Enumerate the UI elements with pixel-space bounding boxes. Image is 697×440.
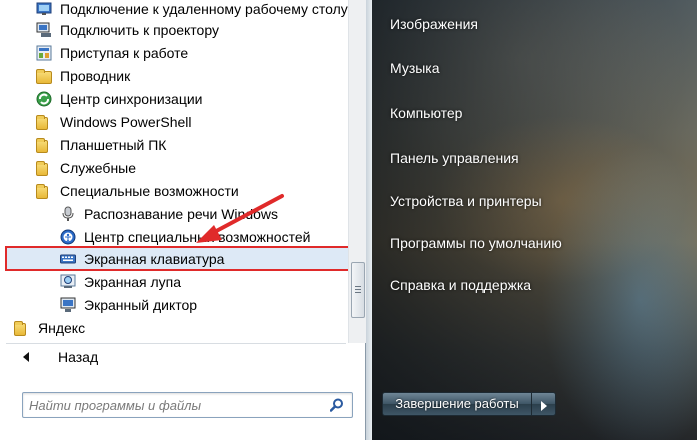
shutdown-options-button[interactable]	[532, 392, 556, 416]
folder-icon	[14, 321, 26, 336]
microphone-icon	[60, 206, 76, 222]
getting-started-icon	[36, 45, 52, 61]
projector-icon	[36, 22, 52, 38]
program-magnifier[interactable]: Экранная лупа	[0, 271, 346, 294]
right-menu-computer[interactable]: Компьютер	[388, 101, 468, 125]
folder-icon	[36, 115, 48, 130]
folder-icon	[36, 161, 48, 176]
back-arrow-icon	[22, 344, 30, 378]
search-box[interactable]	[22, 392, 353, 418]
search-icon[interactable]	[329, 398, 344, 417]
folder-accessories[interactable]: Служебные	[0, 157, 346, 180]
programs-scrollbar[interactable]	[348, 0, 366, 343]
program-explorer[interactable]: Проводник	[0, 65, 346, 88]
right-menu-default-programs[interactable]: Программы по умолчанию	[388, 231, 568, 255]
keyboard-icon	[60, 251, 76, 267]
start-menu-right-pane: Изображения Музыка Компьютер Панель упра…	[372, 0, 697, 440]
start-menu-programs-pane: Подключение к удаленному рабочему столу …	[0, 0, 366, 440]
right-menu-devices-printers[interactable]: Устройства и принтеры	[388, 189, 548, 213]
scrollbar-thumb[interactable]	[351, 262, 365, 318]
folder-yandex[interactable]: Яндекс	[0, 317, 346, 340]
back-label: Назад	[58, 349, 99, 365]
folder-windows-powershell[interactable]: Windows PowerShell	[0, 111, 346, 134]
program-on-screen-keyboard[interactable]: Экранная клавиатура	[0, 248, 346, 271]
magnifier-icon	[60, 274, 76, 290]
pane-divider	[366, 0, 372, 440]
right-menu-pictures[interactable]: Изображения	[388, 12, 484, 36]
back-button[interactable]: Назад	[0, 344, 348, 370]
folder-ease-of-access[interactable]: Специальные возможности	[0, 180, 346, 203]
program-getting-started[interactable]: Приступая к работе	[0, 42, 346, 65]
right-menu-music[interactable]: Музыка	[388, 56, 446, 80]
shutdown-button[interactable]: Завершение работы	[382, 392, 532, 416]
right-menu-control-panel[interactable]: Панель управления	[388, 146, 525, 170]
ease-of-access-icon	[60, 229, 76, 245]
program-speech-recognition[interactable]: Распознавание речи Windows	[0, 203, 346, 226]
folder-tablet-pc[interactable]: Планшетный ПК	[0, 134, 346, 157]
program-connect-projector[interactable]: Подключить к проектору	[0, 19, 346, 42]
program-remote-desktop[interactable]: Подключение к удаленному рабочему столу	[0, 0, 348, 21]
search-input[interactable]	[29, 396, 319, 414]
sync-center-icon	[36, 91, 52, 107]
chevron-right-icon	[540, 399, 548, 417]
program-narrator[interactable]: Экранный диктор	[0, 294, 346, 317]
program-sync-center[interactable]: Центр синхронизации	[0, 88, 346, 111]
right-menu-help-support[interactable]: Справка и поддержка	[388, 273, 537, 297]
explorer-icon	[36, 69, 52, 84]
folder-icon	[36, 184, 48, 199]
remote-desktop-icon	[36, 1, 52, 17]
program-ease-of-access-center[interactable]: Центр специальных возможностей	[0, 226, 346, 249]
folder-icon	[36, 138, 48, 153]
narrator-icon	[60, 297, 76, 313]
